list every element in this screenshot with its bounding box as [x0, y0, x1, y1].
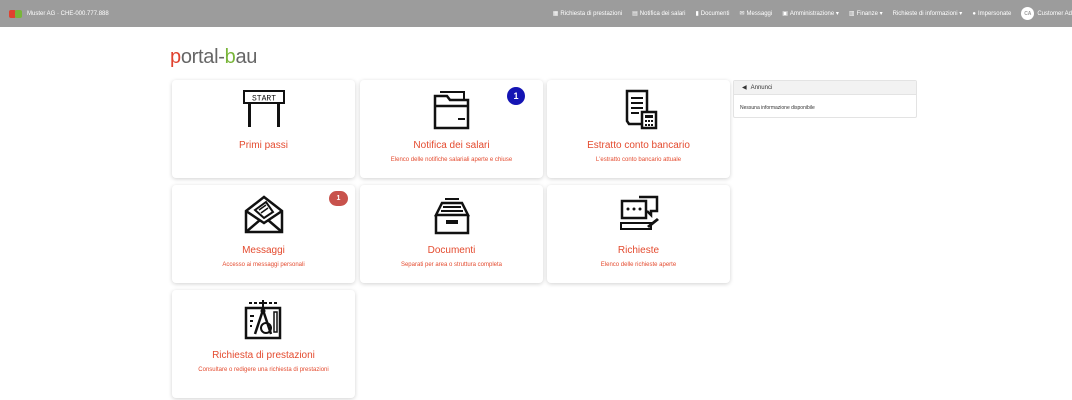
card-description: Elenco delle notifiche salariali aperte … [390, 157, 513, 163]
brand[interactable]: Muster AG · CHE-000.777.888 [9, 9, 109, 18]
nav-label: Richiesta di prestazioni [560, 10, 623, 17]
annunci-title: Annunci [750, 84, 773, 91]
card-description: Elenco delle richieste aperte [600, 262, 677, 268]
open-envelope-icon [172, 193, 355, 234]
card-richieste[interactable]: Richieste Elenco delle richieste aperte [547, 185, 730, 283]
card-title: Primi passi [239, 140, 288, 151]
user-name[interactable]: Customer Ad [1037, 11, 1072, 17]
card-description: Accesso ai messaggi personali [222, 262, 305, 268]
annunci-body: Nessuna informazione disponibile [740, 105, 815, 111]
card-title: Richiesta di prestazioni [212, 350, 315, 361]
logo-au: au [235, 46, 258, 68]
drafting-tools-icon [172, 298, 355, 340]
start-sign-icon: START [172, 88, 355, 128]
svg-text:START: START [251, 95, 275, 104]
card-messaggi[interactable]: 1 Messaggi Accesso ai messaggi personali [172, 185, 355, 283]
card-description: Consultare o redigere una richiesta di p… [198, 367, 329, 373]
card-estratto-conto[interactable]: Estratto conto bancario L'estratto conto… [547, 80, 730, 178]
nav-richiesta-prestazioni[interactable]: ▦ Richiesta di prestazioni [552, 10, 623, 18]
nav-notifica-salari[interactable]: ▤ Notifica dei salari [632, 10, 686, 18]
notification-badge: 1 [507, 87, 525, 105]
nav-label: Impersonate [977, 10, 1012, 17]
annunci-header: ◀ Annunci [734, 81, 916, 95]
nav-messaggi[interactable]: ✉ Messaggi [739, 10, 773, 18]
top-nav-menu: ▦ Richiesta di prestazioni ▤ Notifica dei … [543, 0, 1072, 27]
card-title: Messaggi [242, 245, 285, 256]
megaphone-icon: ◀ [742, 85, 747, 91]
nav-label: Messaggi [746, 10, 773, 17]
nav-impersonate[interactable]: ● Impersonate [972, 11, 1011, 17]
portal-bau-logo: portal-bau [170, 46, 257, 69]
nav-label: Richieste di informazioni ▾ [892, 11, 963, 17]
money-icon: ▥ [848, 11, 855, 17]
brand-logo-icon [9, 9, 23, 18]
nav-documenti[interactable]: ▮ Documenti [695, 10, 730, 18]
chat-computer-icon [547, 193, 730, 233]
envelope-icon: ✉ [739, 11, 745, 17]
logo-b: b [224, 46, 236, 68]
id-card-icon: ▣ [782, 11, 788, 17]
nav-finanze[interactable]: ▥ Finanze ▾ [849, 10, 883, 17]
top-navbar: Muster AG · CHE-000.777.888 ▦ Richiesta d… [0, 0, 1072, 27]
card-title: Documenti [427, 245, 476, 256]
card-notifica-salari[interactable]: 1 Notifica dei salari Elenco delle notif… [360, 80, 543, 178]
card-documenti[interactable]: Documenti Separati per area o struttura … [360, 185, 543, 283]
receipt-calculator-icon [547, 88, 730, 130]
nav-amministrazione[interactable]: ▣ Amministrazione ▾ [782, 10, 839, 17]
nav-label: Amministrazione ▾ [789, 11, 839, 17]
logo-ortal: ortal- [180, 46, 225, 68]
card-primi-passi[interactable]: START Primi passi [172, 80, 355, 178]
annunci-panel: ◀ Annunci Nessuna informazione disponibil… [733, 80, 917, 118]
nav-label: Finanze ▾ [856, 11, 883, 17]
card-richiesta-prestazioni[interactable]: Richiesta di prestazioni Consultare o re… [172, 290, 355, 398]
nav-richieste-informazioni[interactable]: Richieste di informazioni ▾ [893, 10, 963, 17]
logo-p: p [170, 46, 181, 68]
card-title: Estratto conto bancario [587, 140, 690, 151]
user-avatar[interactable]: CA [1021, 7, 1035, 20]
nav-label: Notifica dei salari [639, 10, 686, 17]
calendar-icon: ▦ [552, 11, 559, 17]
card-description: Separati per area o struttura completa [400, 262, 503, 268]
file-box-icon [360, 193, 543, 235]
card-title: Richieste [617, 245, 660, 256]
card-title: Notifica dei salari [413, 140, 490, 151]
user-icon: ● [972, 10, 976, 17]
notification-badge: 1 [329, 191, 348, 206]
document-icon: ▮ [695, 11, 699, 17]
card-description: L'estratto conto bancario attuale [595, 157, 682, 163]
company-name: Muster AG · CHE-000.777.888 [27, 10, 109, 17]
table-icon: ▤ [632, 11, 638, 17]
nav-label: Documenti [700, 10, 730, 17]
